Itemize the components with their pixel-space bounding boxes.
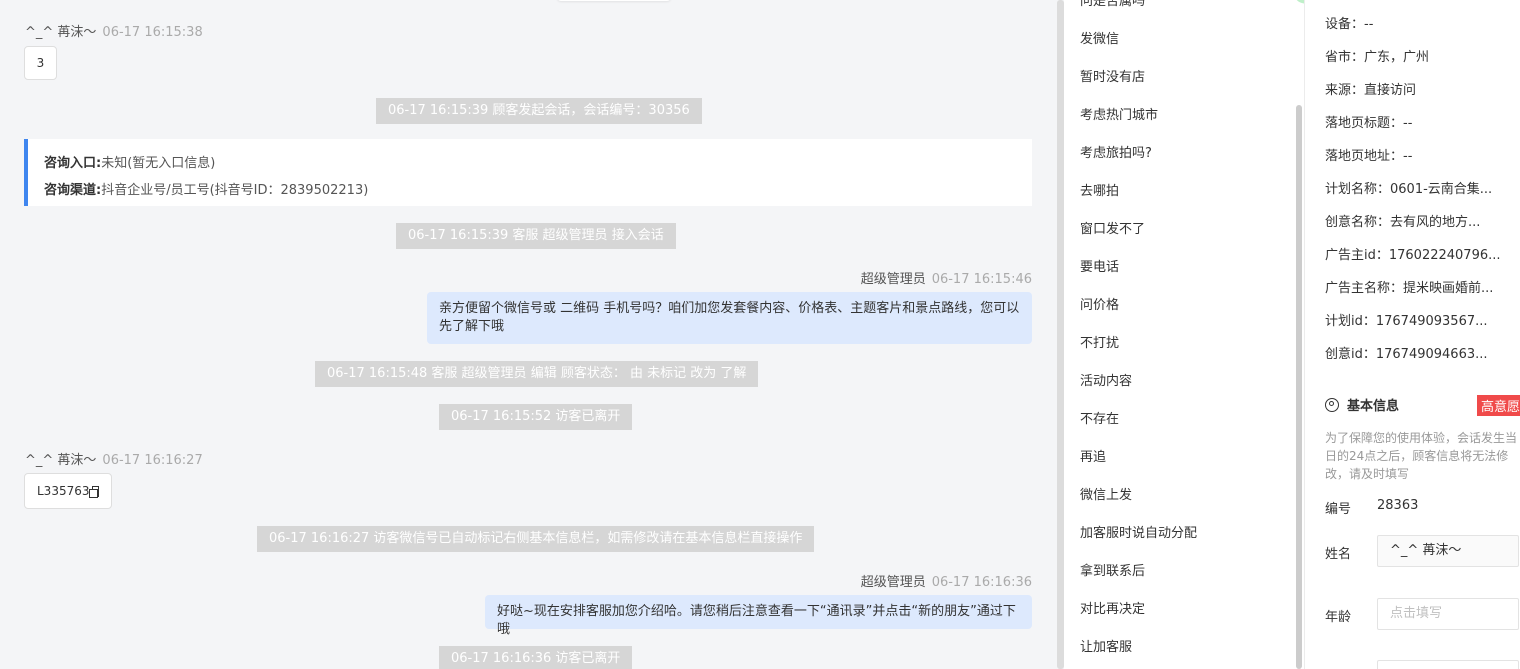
quick-reply-item[interactable]: 拿到联系后: [1080, 560, 1145, 579]
next-field[interactable]: [1377, 660, 1519, 669]
id-value: 28363: [1377, 498, 1419, 513]
new-message-pill[interactable]: [557, 0, 671, 1]
advertiser-name-field: 广告主名称：提米映画婚前...: [1325, 281, 1494, 296]
quick-reply-item[interactable]: 考虑旅拍吗?: [1080, 142, 1152, 161]
creative-id-field: 创意id：176749094663...: [1325, 347, 1488, 362]
quick-reply-item[interactable]: 对比再决定: [1080, 598, 1145, 617]
basic-info-heading: 基本信息: [1325, 395, 1399, 414]
quick-reply-item[interactable]: 加客服时说自动分配: [1080, 522, 1197, 541]
message-sender: 超级管理员 06-17 16:16:36: [861, 571, 1032, 590]
name-field[interactable]: ^_^ 苒沫～: [1377, 535, 1519, 567]
system-message: 06-17 16:16:36 访客已离开: [439, 646, 633, 669]
sender-name: ^_^ 苒沫～: [25, 453, 97, 468]
system-message: 06-17 16:16:27 访客微信号已自动标记右侧基本信息栏，如需修改请在基…: [257, 526, 815, 552]
quick-reply-item[interactable]: 要电话: [1080, 256, 1119, 275]
quick-reply-item[interactable]: 让加客服: [1080, 636, 1132, 655]
message-text: L335763: [37, 484, 90, 498]
message-sender: ^_^ 苒沫～ 06-17 16:15:38: [25, 21, 203, 40]
message-time: 06-17 16:16:36: [931, 575, 1032, 590]
visitor-message-bubble[interactable]: L335763: [24, 473, 112, 509]
intent-badge[interactable]: 高意愿: [1477, 395, 1520, 416]
quick-reply-item[interactable]: 发微信: [1080, 28, 1119, 47]
entry-label: 咨询入口:: [44, 156, 102, 171]
message-text: 亲方便留个微信号或 二维码 手机号吗？咱们加您发套餐内容、价格表、主题客片和景点…: [439, 301, 1020, 334]
system-message: 06-17 16:15:39 顾客发起会话，会话编号：30356: [376, 98, 702, 124]
user-circle-icon: [1325, 397, 1339, 412]
age-label: 年龄: [1325, 610, 1352, 625]
quick-reply-item[interactable]: 暂时没有店: [1080, 66, 1145, 85]
name-label: 姓名: [1325, 547, 1352, 562]
quick-reply-scrollbar[interactable]: [1296, 105, 1302, 669]
message-sender: 超级管理员 06-17 16:15:46: [861, 268, 1032, 287]
quick-reply-item[interactable]: 不打扰: [1080, 332, 1119, 351]
system-message: 06-17 16:15:48 客服 超级管理员 编辑 顾客状态： 由 未标记 改…: [315, 361, 759, 387]
sender-name: 超级管理员: [860, 575, 926, 590]
source-field: 来源：直接访问: [1325, 83, 1417, 98]
consult-info-card: 咨询入口:未知(暂无入口信息) 咨询渠道:抖音企业号/员工号(抖音号ID：283…: [24, 139, 1032, 206]
agent-message-bubble[interactable]: 好哒~现在安排客服加您介绍哈。请您稍后注意查看一下“通讯录”并点击“新的朋友”通…: [485, 595, 1032, 637]
chat-scrollbar[interactable]: [1057, 0, 1064, 669]
entry-value: 未知(暂无入口信息): [101, 156, 216, 171]
copy-icon[interactable]: [88, 485, 99, 498]
sender-name: 超级管理员: [860, 272, 926, 287]
channel-label: 咨询渠道:: [44, 183, 102, 198]
system-message: 06-17 16:15:52 访客已离开: [439, 404, 633, 430]
customer-info-panel: 设备：-- 省市：广东，广州 来源：直接访问 落地页标题：-- 落地页地址：--…: [1304, 0, 1520, 669]
sender-name: ^_^ 苒沫～: [25, 25, 97, 40]
quick-reply-item[interactable]: 微信上发: [1080, 484, 1132, 503]
quick-reply-item[interactable]: 不存在: [1080, 408, 1119, 427]
visitor-message-bubble[interactable]: 3: [24, 46, 57, 80]
message-time: 06-17 16:16:27: [102, 453, 203, 468]
quick-reply-item[interactable]: 问价格: [1080, 294, 1119, 313]
chat-panel: ^_^ 苒沫～ 06-17 16:15:38 3 06-17 16:15:39 顾…: [0, 0, 1056, 669]
landing-url-field: 落地页地址：--: [1325, 149, 1413, 164]
device-field: 设备：--: [1325, 17, 1374, 32]
channel-value: 抖音企业号/员工号(抖音号ID：2839502213): [101, 183, 369, 198]
quick-reply-item[interactable]: 问是否属吗: [1080, 0, 1145, 9]
plan-name-field: 计划名称：0601-云南合集...: [1325, 182, 1493, 197]
creative-name-field: 创意名称：去有风的地方...: [1325, 215, 1481, 230]
message-text: 好哒~现在安排客服加您介绍哈。请您稍后注意查看一下“通讯录”并点击“新的朋友”通…: [497, 604, 1016, 637]
message-text: 3: [36, 56, 45, 70]
landing-title-field: 落地页标题：--: [1325, 116, 1413, 131]
message-time: 06-17 16:15:38: [102, 25, 203, 40]
message-time: 06-17 16:15:46: [931, 272, 1032, 287]
message-sender: ^_^ 苒沫～ 06-17 16:16:27: [25, 449, 203, 468]
quick-reply-item[interactable]: 考虑热门城市: [1080, 104, 1158, 123]
system-message: 06-17 16:15:39 客服 超级管理员 接入会话: [396, 223, 676, 249]
quick-reply-list: 问是否属吗 发微信 暂时没有店 考虑热门城市 考虑旅拍吗? 去哪拍 窗口发不了 …: [1064, 0, 1304, 669]
province-field: 省市：广东，广州: [1325, 50, 1430, 65]
quick-reply-item[interactable]: 窗口发不了: [1080, 218, 1145, 237]
quick-reply-item[interactable]: 去哪拍: [1080, 180, 1119, 199]
age-input[interactable]: 点击填写: [1377, 598, 1519, 630]
quick-reply-item[interactable]: 再追: [1080, 446, 1106, 465]
id-label: 编号: [1325, 502, 1352, 517]
agent-message-bubble[interactable]: 亲方便留个微信号或 二维码 手机号吗？咱们加您发套餐内容、价格表、主题客片和景点…: [427, 292, 1032, 344]
quick-reply-item[interactable]: 活动内容: [1080, 370, 1132, 389]
basic-info-title: 基本信息: [1347, 399, 1400, 414]
plan-id-field: 计划id：176749093567...: [1325, 314, 1488, 329]
edit-deadline-note: 为了保障您的使用体验，会话发生当日的24点之后，顾客信息将无法修改，请及时填写: [1325, 431, 1518, 481]
advertiser-id-field: 广告主id：176022240796...: [1325, 248, 1501, 263]
